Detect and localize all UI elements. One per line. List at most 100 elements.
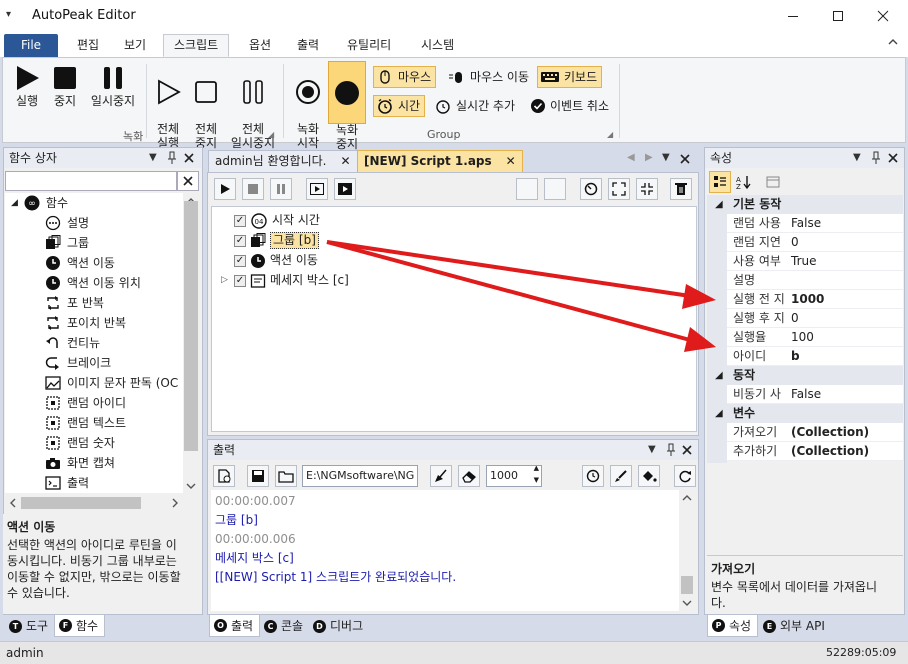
mouse-move-button[interactable]: 마우스 이동 (445, 66, 534, 88)
ribbon-collapse-icon[interactable] (888, 38, 898, 46)
doc-tab-welcome[interactable]: admin님 환영합니다. ✕ (208, 150, 358, 172)
panel-close-icon[interactable] (184, 148, 194, 168)
spinner-icon[interactable]: ▲ ▼ (534, 466, 539, 486)
editor-blank-button-2[interactable] (544, 178, 566, 200)
tab-output-log[interactable]: O 출력 (209, 615, 261, 637)
search-clear-icon[interactable] (177, 171, 199, 191)
function-item[interactable]: 랜덤 아이디 (45, 393, 126, 413)
expand-arrow-icon[interactable]: ▷ (221, 271, 230, 290)
editor-collapse-button[interactable] (636, 178, 658, 200)
item-checkbox[interactable]: ✓ (234, 274, 246, 287)
pin-icon[interactable] (167, 148, 177, 166)
function-item[interactable]: 화면 캡쳐 (45, 453, 115, 473)
item-checkbox[interactable]: ✓ (234, 214, 246, 227)
function-search-input[interactable] (5, 171, 177, 191)
scroll-tabs-left-icon[interactable]: ◀ (627, 152, 635, 163)
tab-debug[interactable]: D 디버그 (309, 615, 369, 637)
function-item[interactable]: 포이치 반복 (45, 313, 126, 333)
tab-output[interactable]: 출력 (286, 34, 330, 57)
editor-play-button[interactable] (214, 178, 236, 200)
output-new-button[interactable] (213, 465, 235, 487)
editor-pause-button[interactable] (270, 178, 292, 200)
output-timestamp-button[interactable] (582, 465, 604, 487)
tab-edit[interactable]: 편집 (66, 34, 110, 57)
run-all-button[interactable]: 전체 실행 (151, 64, 185, 150)
tab-view[interactable]: 보기 (113, 34, 157, 57)
editor-blank-button-1[interactable] (516, 178, 538, 200)
function-item[interactable]: 포 반복 (45, 293, 104, 313)
tab-list-icon[interactable]: ▼ (662, 152, 670, 163)
close-doc-icon[interactable] (679, 150, 691, 168)
function-item[interactable]: 이미지 문자 판독 (OC (45, 373, 178, 393)
close-button[interactable] (860, 0, 906, 32)
function-item[interactable]: 액션 이동 위치 (45, 273, 141, 293)
item-checkbox[interactable]: ✓ (234, 254, 246, 267)
pin-icon[interactable] (666, 440, 676, 458)
panel-menu-icon[interactable]: ▼ (648, 440, 656, 460)
function-item[interactable]: 그룹 (45, 233, 89, 253)
editor-expand-button[interactable] (608, 178, 630, 200)
scroll-tabs-right-icon[interactable]: ▶ (645, 152, 653, 163)
tab-system[interactable]: 시스템 (410, 34, 465, 57)
script-item-action-move[interactable]: ✓ 액션 이동 (234, 251, 318, 270)
editor-delete-button[interactable] (670, 178, 692, 200)
tab-functions[interactable]: F 함수 (54, 615, 106, 637)
output-path-input[interactable]: E:\NGMsoftware\NG (302, 465, 418, 487)
collapse-arrow-icon[interactable]: ◢ (715, 404, 723, 423)
editor-step-button[interactable] (306, 178, 328, 200)
script-item-message-box[interactable]: ▷ ✓ 메세지 박스 [c] (221, 271, 349, 290)
property-row[interactable]: 아이디 b (707, 347, 903, 366)
output-erase-button[interactable] (458, 465, 480, 487)
close-tab-icon[interactable]: ✕ (506, 154, 516, 168)
output-fill-button[interactable] (638, 465, 660, 487)
stop-all-button[interactable]: 전체 중지 (189, 64, 223, 150)
panel-menu-icon[interactable]: ▼ (149, 148, 157, 168)
keyboard-button[interactable]: 키보드 (537, 66, 603, 88)
property-row[interactable]: 설명 (707, 271, 903, 290)
tab-script[interactable]: 스크립트 (163, 34, 230, 57)
output-scrollbar[interactable] (679, 490, 695, 611)
function-item[interactable]: 설명 (45, 213, 89, 233)
editor-timer-button[interactable] (580, 178, 602, 200)
script-item-group-b[interactable]: ✓ 그룹 [b] (234, 231, 319, 250)
panel-close-icon[interactable] (682, 440, 692, 460)
function-item[interactable]: 랜덤 숫자 (45, 433, 115, 453)
doc-tab-script1[interactable]: [NEW] Script 1.aps ✕ (357, 150, 523, 172)
function-tree-hscrollbar[interactable] (5, 495, 183, 511)
panel-menu-icon[interactable]: ▼ (853, 148, 861, 168)
editor-run-selected-button[interactable] (334, 178, 356, 200)
expand-arrow-icon[interactable]: ◢ (11, 193, 18, 213)
function-item[interactable]: 랜덤 텍스트 (45, 413, 126, 433)
categorized-view-button[interactable] (709, 171, 731, 193)
record-start-button[interactable]: 녹화 시작 (290, 64, 326, 150)
editor-stop-button[interactable] (242, 178, 264, 200)
property-row[interactable]: 실행 전 지 1000 (707, 290, 903, 309)
pause-button[interactable]: 일시중지 (85, 64, 141, 108)
panel-close-icon[interactable] (888, 148, 898, 168)
property-row[interactable]: 랜덤 사용 False (707, 214, 903, 233)
property-row[interactable]: 실행율 100 (707, 328, 903, 347)
minimize-button[interactable] (770, 0, 816, 32)
mouse-button[interactable]: 마우스 (373, 66, 437, 88)
function-item[interactable]: 출력 (45, 473, 89, 493)
tab-properties[interactable]: P 속성 (707, 615, 759, 637)
tab-console[interactable]: C 콘솔 (260, 615, 309, 637)
function-item[interactable]: 브레이크 (45, 353, 111, 373)
alphabetical-view-button[interactable]: AZ (733, 171, 755, 193)
property-pages-button[interactable] (762, 171, 784, 193)
time-button[interactable]: 시간 (373, 95, 426, 117)
collapse-arrow-icon[interactable]: ◢ (715, 366, 723, 385)
output-clear-filter-button[interactable] (430, 465, 452, 487)
property-category[interactable]: ◢ 기본 동작 (707, 195, 903, 214)
output-open-button[interactable] (275, 465, 297, 487)
function-item[interactable]: 컨티뉴 (45, 333, 100, 353)
stop-button[interactable]: 중지 (47, 64, 83, 108)
output-count-stepper[interactable]: 1000 ▲ ▼ (486, 465, 542, 487)
tab-tools[interactable]: T 도구 (5, 615, 54, 637)
maximize-button[interactable] (815, 0, 861, 32)
realtime-add-button[interactable]: 실시간 추가 (431, 95, 520, 117)
property-row[interactable]: 실행 후 지0 (707, 309, 903, 328)
tab-utility[interactable]: 유틸리티 (336, 34, 402, 57)
quick-access-menu-icon[interactable]: ▾ (6, 9, 11, 20)
property-row[interactable]: 랜덤 지연 0 (707, 233, 903, 252)
